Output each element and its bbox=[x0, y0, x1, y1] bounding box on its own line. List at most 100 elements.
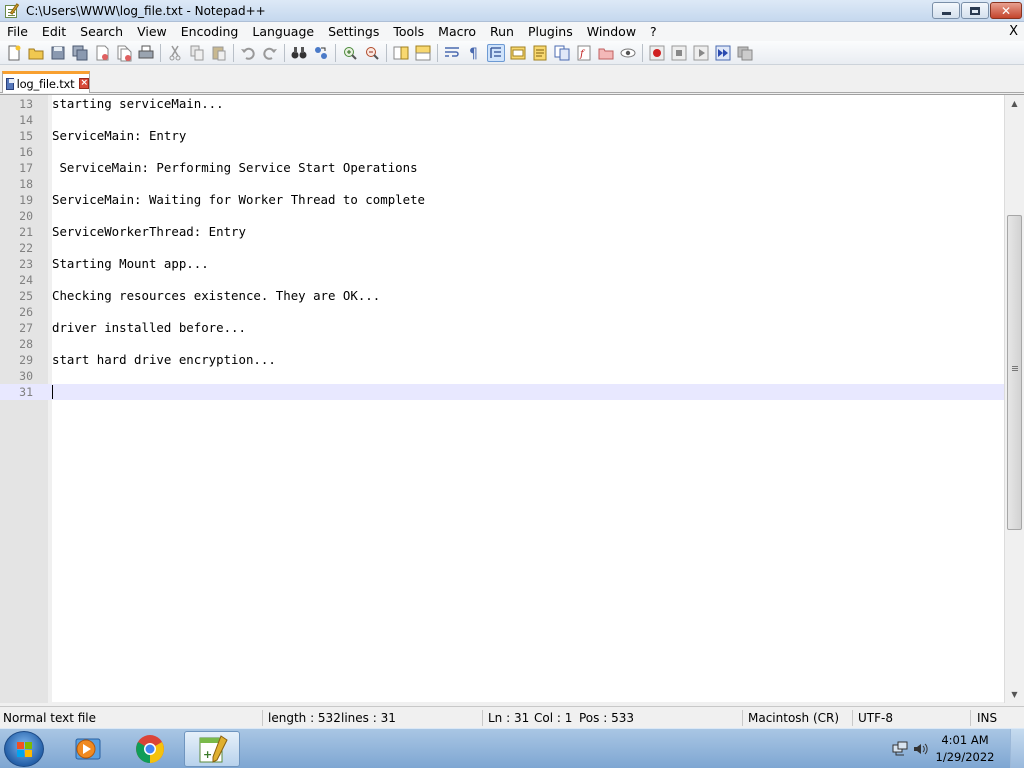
scrollbar-thumb[interactable] bbox=[1007, 215, 1022, 530]
menu-run[interactable]: Run bbox=[483, 22, 521, 41]
scroll-down-arrow-icon[interactable]: ▼ bbox=[1005, 686, 1024, 703]
save-all-button[interactable] bbox=[71, 44, 89, 62]
document-map-button[interactable] bbox=[531, 44, 549, 62]
line-text[interactable]: ServiceMain: Waiting for Worker Thread t… bbox=[52, 192, 425, 208]
playback-button[interactable] bbox=[692, 44, 710, 62]
editor-line[interactable]: 23 Starting Mount app... bbox=[0, 256, 1004, 272]
indent-guide-button[interactable] bbox=[487, 43, 505, 62]
tab-log-file[interactable]: log_file.txt × bbox=[2, 71, 90, 93]
minimize-button[interactable] bbox=[932, 2, 960, 19]
function-list-button[interactable]: f bbox=[575, 44, 593, 62]
clock-time[interactable]: 4:01 AM bbox=[930, 733, 1000, 747]
undo-button[interactable] bbox=[239, 44, 257, 62]
new-file-button[interactable] bbox=[5, 44, 23, 62]
volume-icon[interactable] bbox=[912, 741, 928, 757]
user-defined-language-button[interactable] bbox=[509, 44, 527, 62]
line-text[interactable]: ServiceMain: Entry bbox=[52, 128, 186, 144]
editor-line[interactable]: 24 bbox=[0, 272, 1004, 288]
editor-line[interactable]: 26 bbox=[0, 304, 1004, 320]
redo-button[interactable] bbox=[261, 44, 279, 62]
menu-settings[interactable]: Settings bbox=[321, 22, 386, 41]
word-wrap-button[interactable] bbox=[443, 44, 461, 62]
maximize-button[interactable] bbox=[961, 2, 989, 19]
menu-encoding[interactable]: Encoding bbox=[174, 22, 246, 41]
editor-line[interactable]: 20 bbox=[0, 208, 1004, 224]
taskbar-media-player[interactable] bbox=[60, 731, 116, 767]
line-text[interactable]: ServiceMain: Performing Service Start Op… bbox=[52, 160, 417, 176]
stop-recording-button[interactable] bbox=[670, 44, 688, 62]
taskbar-chrome[interactable] bbox=[122, 731, 178, 767]
print-button[interactable] bbox=[137, 44, 155, 62]
editor-line[interactable]: 18 bbox=[0, 176, 1004, 192]
editor-line[interactable]: 19 ServiceMain: Waiting for Worker Thread… bbox=[0, 192, 1004, 208]
replace-button[interactable] bbox=[312, 44, 330, 62]
paste-button[interactable] bbox=[210, 44, 228, 62]
editor-line[interactable]: 31 bbox=[0, 384, 1004, 400]
editor-line[interactable]: 17 ServiceMain: Performing Service Start… bbox=[0, 160, 1004, 176]
clock-date[interactable]: 1/29/2022 bbox=[930, 750, 1000, 764]
line-text[interactable]: Checking resources existence. They are O… bbox=[52, 288, 380, 304]
status-insert-mode[interactable]: INS bbox=[977, 710, 997, 726]
editor-line[interactable]: 15 ServiceMain: Entry bbox=[0, 128, 1004, 144]
copy-button[interactable] bbox=[188, 44, 206, 62]
menu-language[interactable]: Language bbox=[245, 22, 321, 41]
open-file-button[interactable] bbox=[27, 44, 45, 62]
run-macro-multiple-button[interactable] bbox=[714, 44, 732, 62]
menu-help[interactable]: ? bbox=[643, 22, 664, 41]
menu-plugins[interactable]: Plugins bbox=[521, 22, 580, 41]
menu-tools[interactable]: Tools bbox=[386, 22, 431, 41]
zoom-out-button[interactable] bbox=[363, 44, 381, 62]
close-button[interactable] bbox=[93, 44, 111, 62]
text-content[interactable]: 13 starting serviceMain... 14 15 ServiceMain… bbox=[0, 96, 1004, 400]
taskbar-notepad-plus-plus[interactable]: ++ bbox=[184, 731, 240, 767]
menu-edit[interactable]: Edit bbox=[35, 22, 73, 41]
editor-line[interactable]: 27 driver installed before... bbox=[0, 320, 1004, 336]
zoom-in-button[interactable] bbox=[341, 44, 359, 62]
line-text[interactable]: ServiceWorkerThread: Entry bbox=[52, 224, 246, 240]
folder-as-workspace-button[interactable] bbox=[597, 44, 615, 62]
cut-button[interactable] bbox=[166, 44, 184, 62]
line-text[interactable]: driver installed before... bbox=[52, 320, 246, 336]
start-button[interactable] bbox=[4, 731, 44, 767]
line-number: 30 bbox=[19, 369, 33, 383]
line-number: 27 bbox=[19, 321, 33, 335]
show-all-chars-button[interactable]: ¶ bbox=[465, 44, 483, 62]
sync-vertical-button[interactable] bbox=[392, 44, 410, 62]
save-button[interactable] bbox=[49, 44, 67, 62]
status-eol-format[interactable]: Macintosh (CR) bbox=[748, 710, 839, 726]
line-text[interactable]: start hard drive encryption... bbox=[52, 352, 276, 368]
close-window-button[interactable]: ✕ bbox=[990, 2, 1022, 19]
sync-horizontal-button[interactable] bbox=[414, 44, 432, 62]
find-button[interactable] bbox=[290, 44, 308, 62]
menu-window[interactable]: Window bbox=[580, 22, 643, 41]
editor-area[interactable]: 13 starting serviceMain... 14 15 ServiceMain… bbox=[0, 94, 1024, 703]
start-recording-button[interactable] bbox=[648, 44, 666, 62]
show-desktop-button[interactable] bbox=[1010, 729, 1024, 768]
menu-search[interactable]: Search bbox=[73, 22, 130, 41]
editor-line[interactable]: 21 ServiceWorkerThread: Entry bbox=[0, 224, 1004, 240]
vertical-scrollbar[interactable]: ▲ ▼ bbox=[1004, 95, 1024, 703]
editor-line[interactable]: 14 bbox=[0, 112, 1004, 128]
close-document-button[interactable]: X bbox=[1009, 22, 1018, 41]
menu-view[interactable]: View bbox=[130, 22, 174, 41]
editor-line[interactable]: 16 bbox=[0, 144, 1004, 160]
monitoring-button[interactable] bbox=[619, 44, 637, 62]
editor-line[interactable]: 13 starting serviceMain... bbox=[0, 96, 1004, 112]
editor-line[interactable]: 25 Checking resources existence. They are… bbox=[0, 288, 1004, 304]
scroll-up-arrow-icon[interactable]: ▲ bbox=[1005, 95, 1024, 112]
line-text[interactable]: starting serviceMain... bbox=[52, 96, 224, 112]
editor-line[interactable]: 28 bbox=[0, 336, 1004, 352]
status-encoding[interactable]: UTF-8 bbox=[858, 710, 893, 726]
editor-line[interactable]: 29 start hard drive encryption... bbox=[0, 352, 1004, 368]
menu-file[interactable]: File bbox=[0, 22, 35, 41]
save-icon bbox=[51, 46, 65, 59]
editor-line[interactable]: 30 bbox=[0, 368, 1004, 384]
document-list-button[interactable] bbox=[553, 44, 571, 62]
close-all-button[interactable] bbox=[115, 44, 133, 62]
save-macro-button[interactable] bbox=[736, 44, 754, 62]
network-icon[interactable] bbox=[892, 741, 908, 757]
menu-macro[interactable]: Macro bbox=[431, 22, 483, 41]
line-text[interactable]: Starting Mount app... bbox=[52, 256, 209, 272]
tab-close-icon[interactable]: × bbox=[79, 78, 89, 89]
editor-line[interactable]: 22 bbox=[0, 240, 1004, 256]
